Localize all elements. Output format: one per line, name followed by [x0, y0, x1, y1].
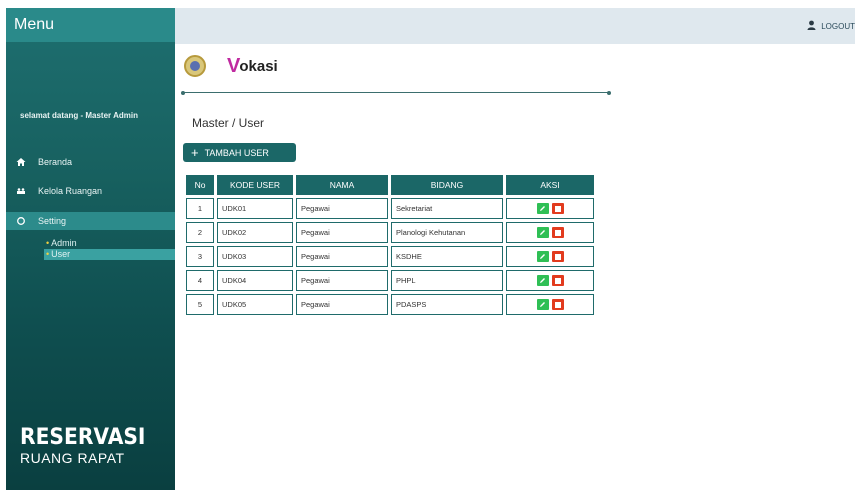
cell-kode-user: UDK03	[217, 246, 293, 267]
welcome-text: selamat datang - Master Admin	[20, 111, 138, 120]
sidebar-subitem-user[interactable]: • User	[44, 249, 175, 260]
brand-title: RESERVASI	[20, 425, 146, 450]
delete-button[interactable]	[551, 299, 564, 310]
logout-label: LOGOUT	[821, 21, 855, 31]
edit-button[interactable]	[536, 227, 549, 238]
trash-icon	[554, 253, 561, 260]
cell-aksi	[506, 222, 594, 243]
pencil-icon	[540, 254, 545, 259]
cell-nama: Pegawai	[296, 270, 388, 291]
trash-icon	[554, 301, 561, 308]
cell-no: 3	[186, 246, 214, 267]
sidebar-item-setting[interactable]: Setting	[6, 212, 175, 230]
sidebar-subitem-label: User	[51, 249, 71, 259]
menu-title: Menu	[6, 8, 175, 42]
add-user-button[interactable]: + TAMBAH USER	[183, 143, 296, 162]
sidebar: Menu selamat datang - Master Admin Beran…	[6, 8, 175, 490]
cell-kode-user: UDK01	[217, 198, 293, 219]
ministry-seal-logo	[184, 55, 206, 77]
sidebar-subitem-admin[interactable]: • Admin	[46, 238, 77, 249]
cell-no: 2	[186, 222, 214, 243]
col-header-kode-user: KODE USER	[217, 175, 293, 195]
cell-no: 1	[186, 198, 214, 219]
cell-aksi	[506, 246, 594, 267]
logout-button[interactable]: LOGOUT	[807, 20, 855, 32]
pencil-icon	[540, 230, 545, 235]
table-header-row: No KODE USER NAMA BIDANG AKSI	[186, 175, 594, 195]
edit-button[interactable]	[536, 251, 549, 262]
vokasi-logo: V okasi	[227, 54, 278, 76]
circle-icon	[16, 216, 26, 226]
brand-logo: RESERVASI RUANG RAPAT	[20, 425, 156, 467]
bullet-icon: •	[46, 238, 50, 248]
cell-no: 5	[186, 294, 214, 315]
cell-nama: Pegawai	[296, 222, 388, 243]
cell-bidang: PHPL	[391, 270, 503, 291]
edit-button[interactable]	[536, 299, 549, 310]
cell-no: 4	[186, 270, 214, 291]
user-icon	[807, 20, 816, 32]
cell-nama: Pegawai	[296, 294, 388, 315]
cell-aksi	[506, 294, 594, 315]
cell-kode-user: UDK02	[217, 222, 293, 243]
vokasi-logo-text: okasi	[239, 58, 278, 75]
col-header-nama: NAMA	[296, 175, 388, 195]
sidebar-subitem-label: Admin	[51, 238, 77, 248]
cell-bidang: Sekretariat	[391, 198, 503, 219]
cell-kode-user: UDK05	[217, 294, 293, 315]
cell-nama: Pegawai	[296, 198, 388, 219]
brand-subtitle: RUANG RAPAT	[20, 450, 125, 466]
sidebar-item-label: Kelola Ruangan	[38, 186, 103, 196]
home-icon	[16, 157, 26, 167]
sidebar-item-beranda[interactable]: Beranda	[6, 153, 175, 171]
sidebar-item-label: Setting	[38, 216, 67, 226]
cell-bidang: KSDHE	[391, 246, 503, 267]
col-header-bidang: BIDANG	[391, 175, 503, 195]
page-title: Master / User	[192, 116, 265, 130]
edit-button[interactable]	[536, 275, 549, 286]
col-header-aksi: AKSI	[506, 175, 594, 195]
trash-icon	[554, 229, 561, 236]
cell-nama: Pegawai	[296, 246, 388, 267]
pencil-icon	[540, 302, 545, 307]
table-row: 3 UDK03 Pegawai KSDHE	[186, 246, 594, 267]
cell-bidang: Planologi Kehutanan	[391, 222, 503, 243]
cell-kode-user: UDK04	[217, 270, 293, 291]
divider	[181, 90, 611, 95]
pencil-icon	[540, 278, 545, 283]
sidebar-item-kelola-ruangan[interactable]: Kelola Ruangan	[6, 182, 175, 200]
rooms-icon	[16, 186, 26, 196]
add-user-label: TAMBAH USER	[204, 147, 269, 158]
delete-button[interactable]	[551, 227, 564, 238]
trash-icon	[554, 205, 561, 212]
cell-aksi	[506, 198, 594, 219]
cell-aksi	[506, 270, 594, 291]
plus-icon: +	[191, 144, 199, 160]
delete-button[interactable]	[551, 203, 564, 214]
vokasi-logo-v: V	[227, 55, 241, 77]
top-bar: LOGOUT	[175, 8, 855, 44]
table-row: 2 UDK02 Pegawai Planologi Kehutanan	[186, 222, 594, 243]
delete-button[interactable]	[551, 251, 564, 262]
col-header-no: No	[186, 175, 214, 195]
user-table: No KODE USER NAMA BIDANG AKSI 1 UDK01 Pe…	[183, 172, 597, 318]
table-row: 4 UDK04 Pegawai PHPL	[186, 270, 594, 291]
cell-bidang: PDASPS	[391, 294, 503, 315]
sidebar-item-label: Beranda	[38, 157, 73, 167]
edit-button[interactable]	[536, 203, 549, 214]
table-row: 1 UDK01 Pegawai Sekretariat	[186, 198, 594, 219]
bullet-icon: •	[46, 249, 50, 259]
pencil-icon	[540, 206, 545, 211]
delete-button[interactable]	[551, 275, 564, 286]
table-row: 5 UDK05 Pegawai PDASPS	[186, 294, 594, 315]
trash-icon	[554, 277, 561, 284]
